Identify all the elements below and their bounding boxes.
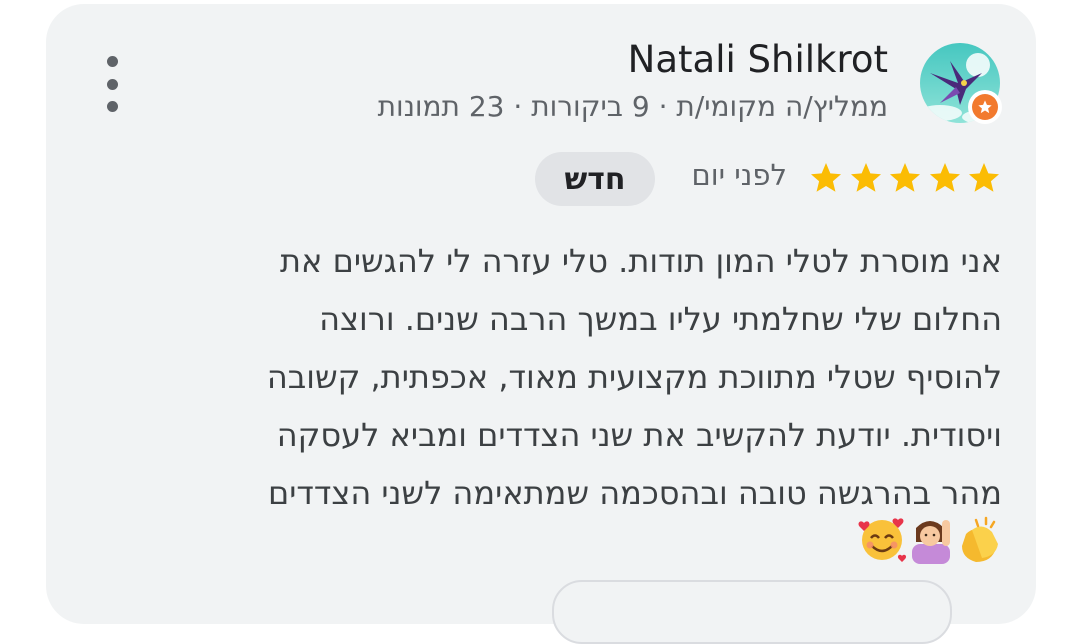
review-text-line: אני מוסרת לטלי המון תודות. טלי עזרה לי ל…	[280, 242, 1002, 280]
smiling-face-with-hearts-emoji	[858, 518, 907, 562]
review-text: אני מוסרת לטלי המון תודות. טלי עזרה לי ל…	[110, 232, 1002, 522]
more-vert-icon-dot	[106, 101, 118, 112]
more-vert-icon-dot	[106, 78, 118, 90]
clapping-hands-emoji	[962, 516, 998, 562]
new-badge: חדש	[535, 152, 655, 206]
review-text-line: ויסודית. יודעת להקשיב את שני הצדדים ומבי…	[276, 416, 1002, 454]
star-icon	[811, 163, 841, 192]
star-icon	[850, 163, 881, 192]
review-time: לפני יום	[691, 158, 787, 192]
more-vert-icon	[106, 56, 118, 67]
star-icon	[969, 163, 999, 192]
review-text-line: החלום שלי שחלמתי עליו במשך הרבה שנים. ור…	[319, 300, 1002, 338]
review-text-line: להוסיף שטלי מתווכת מקצועית מאוד, אכפתית,…	[266, 358, 1002, 396]
more-options-button[interactable]	[92, 56, 132, 112]
reply-chip[interactable]	[552, 580, 952, 644]
star-rating	[808, 158, 1002, 198]
star-icon	[890, 163, 920, 192]
person-raising-hand-emoji	[912, 520, 950, 564]
local-guide-star-icon	[978, 100, 992, 114]
review-emojis	[858, 514, 1004, 564]
star-icon	[929, 163, 960, 192]
reviewer-name[interactable]: Natali Shilkrot	[628, 38, 888, 81]
local-guide-badge	[968, 90, 1002, 124]
reviewer-subtitle[interactable]: ממליץ/ה מקומי/ת · 9 ביקורות · 23 תמונות	[378, 90, 888, 123]
